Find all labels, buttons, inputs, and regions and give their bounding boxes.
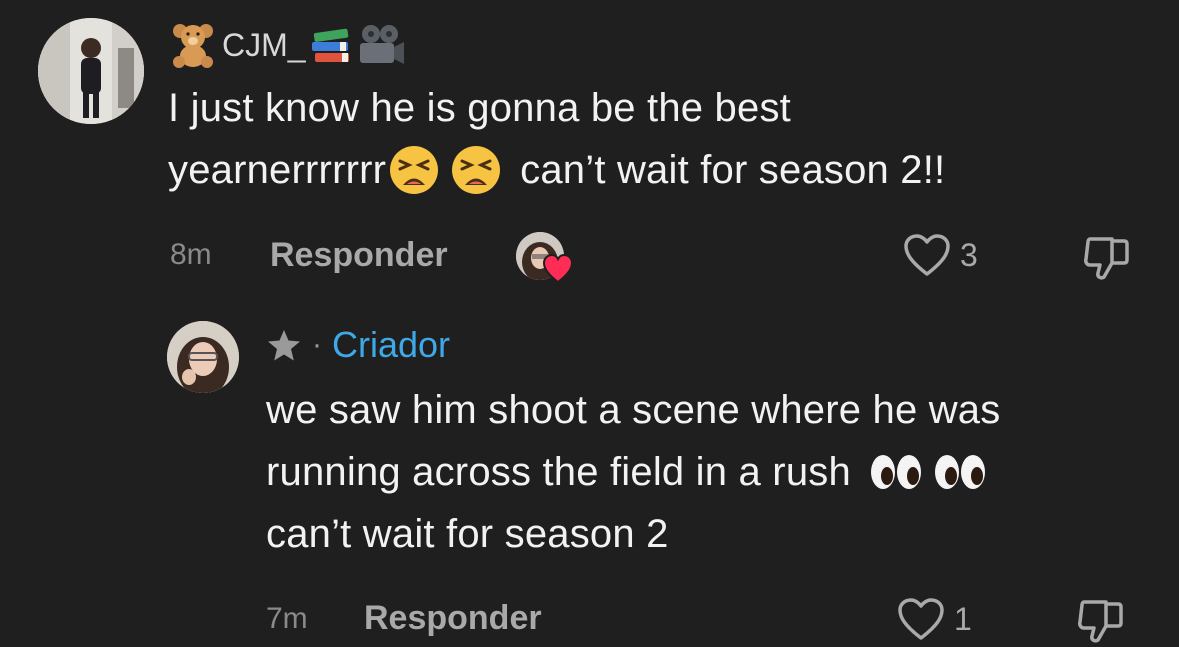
eyes-icon [869,452,925,492]
film-camera-icon [356,23,406,67]
star-icon [266,328,302,362]
reply-text-line-1: we saw him shoot a scene where he was [266,388,1001,432]
reply-like-button[interactable]: 1 [896,596,972,642]
creator-label[interactable]: Criador [332,324,450,366]
creator-avatar[interactable] [167,321,239,393]
creator-liked-badge [516,232,580,284]
heart-outline-icon [896,596,946,642]
tired-face-icon [388,144,440,196]
thumbs-down-icon [1076,596,1126,646]
heart-badge-icon [542,254,574,284]
comment-like-button[interactable]: 3 [902,232,978,278]
reply-text-line-3: can’t wait for season 2 [266,512,669,556]
reply-like-count: 1 [954,600,972,637]
tired-face-icon [450,144,502,196]
thumbs-down-icon [1082,233,1132,283]
teddy-bear-icon [168,22,218,68]
reply-text-line-2: running across the field in a rush [266,450,851,494]
reply-reply-button[interactable]: Responder [364,599,542,638]
commenter-avatar[interactable] [38,18,144,124]
reply-timestamp: 7m [266,602,308,635]
commenter-username[interactable]: CJM_ [222,27,306,64]
comment-text-line-2b: can’t wait for season 2!! [520,148,946,192]
reply-dislike-button[interactable] [1076,596,1126,646]
comment-dislike-button[interactable] [1082,233,1132,283]
author-separator: · [312,328,322,361]
comment-timestamp: 8m [170,238,212,271]
comment-like-count: 3 [960,236,978,273]
comment-text-line-2a: yearnerrrrrrr [168,148,387,192]
books-icon [310,25,354,65]
heart-outline-icon [902,232,952,278]
comment-reply-button[interactable]: Responder [270,236,448,275]
comment-text-line-1: I just know he is gonna be the best [168,86,791,130]
eyes-icon [933,452,989,492]
